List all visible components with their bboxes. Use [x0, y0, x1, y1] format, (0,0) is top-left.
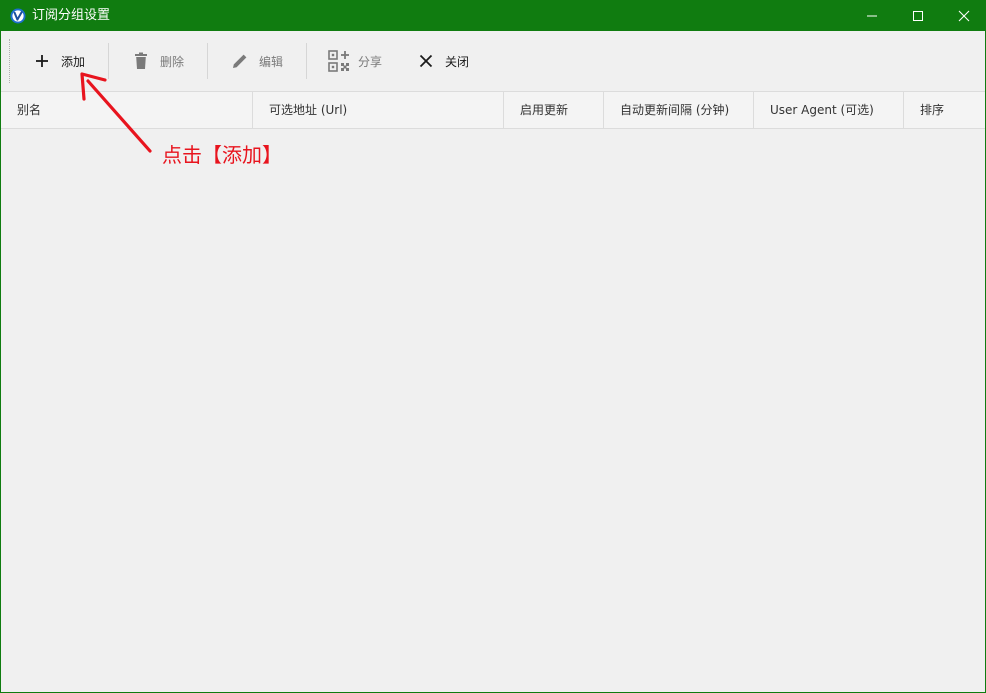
delete-button-label: 删除	[160, 54, 185, 69]
minimize-button[interactable]	[849, 1, 895, 31]
annotation-text: 点击【添加】	[162, 143, 282, 167]
subscription-group-settings-window: 订阅分组设置 添加 删除 编辑 分享 关闭 别名 可选地址 (Url) 启用更新…	[0, 0, 986, 693]
toolbar-separator	[108, 43, 109, 79]
window-close-button[interactable]	[941, 1, 985, 31]
add-button[interactable]: 添加	[31, 41, 85, 81]
column-header-sort[interactable]: 排序	[904, 92, 985, 129]
edit-button-label: 编辑	[259, 54, 284, 69]
column-header-update-interval[interactable]: 自动更新间隔 (分钟)	[604, 92, 754, 129]
share-button-label: 分享	[358, 54, 383, 69]
pencil-icon	[229, 50, 251, 72]
trash-icon	[130, 50, 152, 72]
close-button-label: 关闭	[445, 54, 470, 69]
plus-icon	[31, 50, 53, 72]
table-header: 别名 可选地址 (Url) 启用更新 自动更新间隔 (分钟) User Agen…	[1, 91, 985, 129]
edit-button[interactable]: 编辑	[229, 41, 283, 81]
maximize-icon	[913, 11, 923, 21]
close-button[interactable]: 关闭	[415, 41, 469, 81]
toolbar-separator	[306, 43, 307, 79]
share-button[interactable]: 分享	[328, 41, 382, 81]
column-header-enable-update[interactable]: 启用更新	[504, 92, 604, 129]
close-x-icon	[415, 50, 437, 72]
minimize-icon	[867, 15, 877, 17]
column-header-alias[interactable]: 别名	[1, 92, 253, 129]
delete-button[interactable]: 删除	[130, 41, 184, 81]
close-icon	[958, 10, 970, 22]
app-icon	[10, 8, 26, 24]
add-button-label: 添加	[61, 54, 86, 69]
qrcode-icon	[328, 50, 350, 72]
title-bar[interactable]: 订阅分组设置	[1, 1, 985, 31]
column-header-user-agent[interactable]: User Agent (可选)	[754, 92, 904, 129]
toolbar: 添加 删除 编辑 分享 关闭	[1, 31, 985, 91]
toolbar-grip	[9, 39, 11, 83]
table-body[interactable]	[1, 129, 985, 692]
maximize-button[interactable]	[895, 1, 941, 31]
toolbar-separator	[207, 43, 208, 79]
window-title: 订阅分组设置	[32, 8, 111, 23]
column-header-url[interactable]: 可选地址 (Url)	[253, 92, 504, 129]
